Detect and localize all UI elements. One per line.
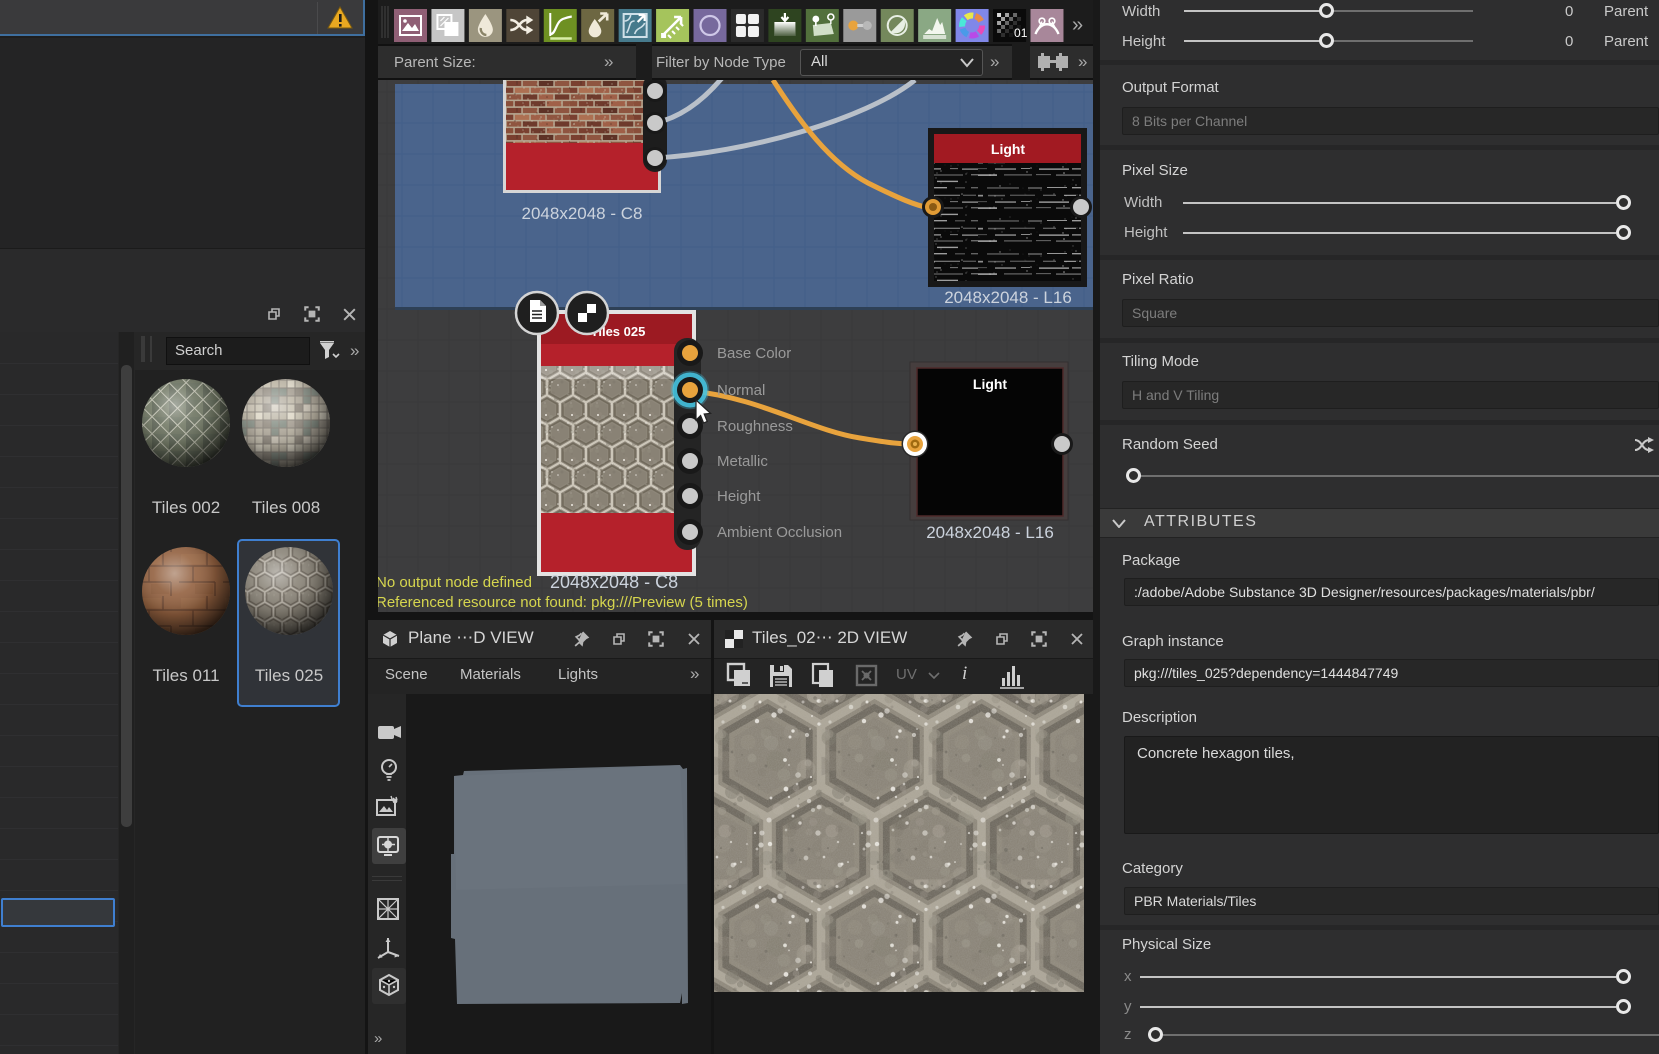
svg-text:Referenced resource not found:: Referenced resource not found: pkg:///Pr… (378, 594, 748, 611)
svg-text:Tiles 008: Tiles 008 (252, 498, 320, 517)
svg-text:Light: Light (973, 376, 1008, 392)
svg-text:01: 01 (1014, 26, 1028, 40)
svg-text:»: » (1072, 14, 1083, 36)
svg-text:Ambient Occlusion: Ambient Occlusion (717, 524, 842, 541)
svg-text:Base Color: Base Color (717, 345, 791, 362)
svg-text:Height: Height (717, 488, 761, 505)
svg-text:No output node defined: No output node defined (378, 574, 532, 591)
svg-text:Metallic: Metallic (717, 453, 768, 470)
svg-text:2048x2048 - C8: 2048x2048 - C8 (550, 572, 678, 592)
svg-text:Tiles 011: Tiles 011 (152, 666, 219, 685)
svg-text:Tiles 002: Tiles 002 (152, 498, 220, 517)
svg-text:Roughness: Roughness (717, 418, 793, 435)
svg-text:2048x2048 - L16: 2048x2048 - L16 (926, 523, 1054, 542)
svg-text:Light: Light (991, 141, 1026, 157)
svg-text:Normal: Normal (717, 382, 765, 399)
svg-text:Tiles 025: Tiles 025 (255, 666, 323, 685)
svg-text:2048x2048 - L16: 2048x2048 - L16 (944, 288, 1072, 307)
svg-text:2048x2048 - C8: 2048x2048 - C8 (522, 204, 643, 223)
